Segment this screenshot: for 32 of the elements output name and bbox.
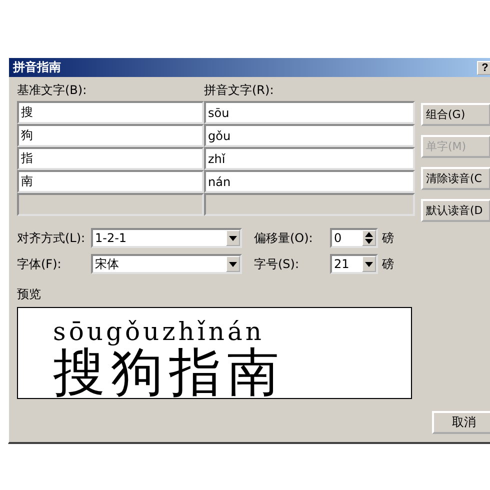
pinyin-field[interactable]: sōu <box>204 101 415 124</box>
alignment-dropdown[interactable]: 1-2-1 <box>91 228 242 248</box>
base-text-field[interactable]: 南 <box>17 170 204 193</box>
preview-label: 预览 <box>17 286 42 303</box>
offset-spinner[interactable]: 0 <box>330 228 378 248</box>
dialog-button[interactable]: 组合(G) <box>421 103 490 126</box>
base-text-field[interactable]: 搜 <box>17 101 204 124</box>
preview-text: 搜狗指南 <box>53 346 286 398</box>
dialog-button[interactable]: 清除读音(C <box>421 167 490 190</box>
pinyin-field[interactable] <box>204 193 415 216</box>
base-text-field[interactable]: 狗 <box>17 124 204 147</box>
unit-label: 磅 <box>382 256 395 272</box>
alignment-label: 对齐方式(L): <box>17 230 86 246</box>
unit-label: 磅 <box>382 230 395 246</box>
offset-label: 偏移量(O): <box>254 230 314 246</box>
spinner-arrows-icon[interactable] <box>362 230 376 246</box>
help-button[interactable]: ? <box>477 60 490 74</box>
dialog-button[interactable]: 默认读音(D <box>421 199 490 222</box>
size-dropdown[interactable]: 21 <box>330 254 378 274</box>
window-title: 拼音指南 <box>13 59 61 76</box>
preview-pinyin: sōugǒuzhǐnán <box>53 318 266 346</box>
size-label: 字号(S): <box>254 256 300 272</box>
pinyin-field[interactable]: zhǐ <box>204 147 415 170</box>
column-label: 拼音文字(R): <box>204 82 275 99</box>
column-label: 基准文字(B): <box>17 82 88 99</box>
base-text-field[interactable] <box>17 193 204 216</box>
cancel-button[interactable]: 取消 <box>432 411 490 434</box>
pinyin-field[interactable]: nán <box>204 170 415 193</box>
font-dropdown[interactable]: 宋体 <box>91 254 242 274</box>
pinyin-field[interactable]: gǒu <box>204 124 415 147</box>
base-text-field[interactable]: 指 <box>17 147 204 170</box>
font-label: 字体(F): <box>17 256 62 272</box>
